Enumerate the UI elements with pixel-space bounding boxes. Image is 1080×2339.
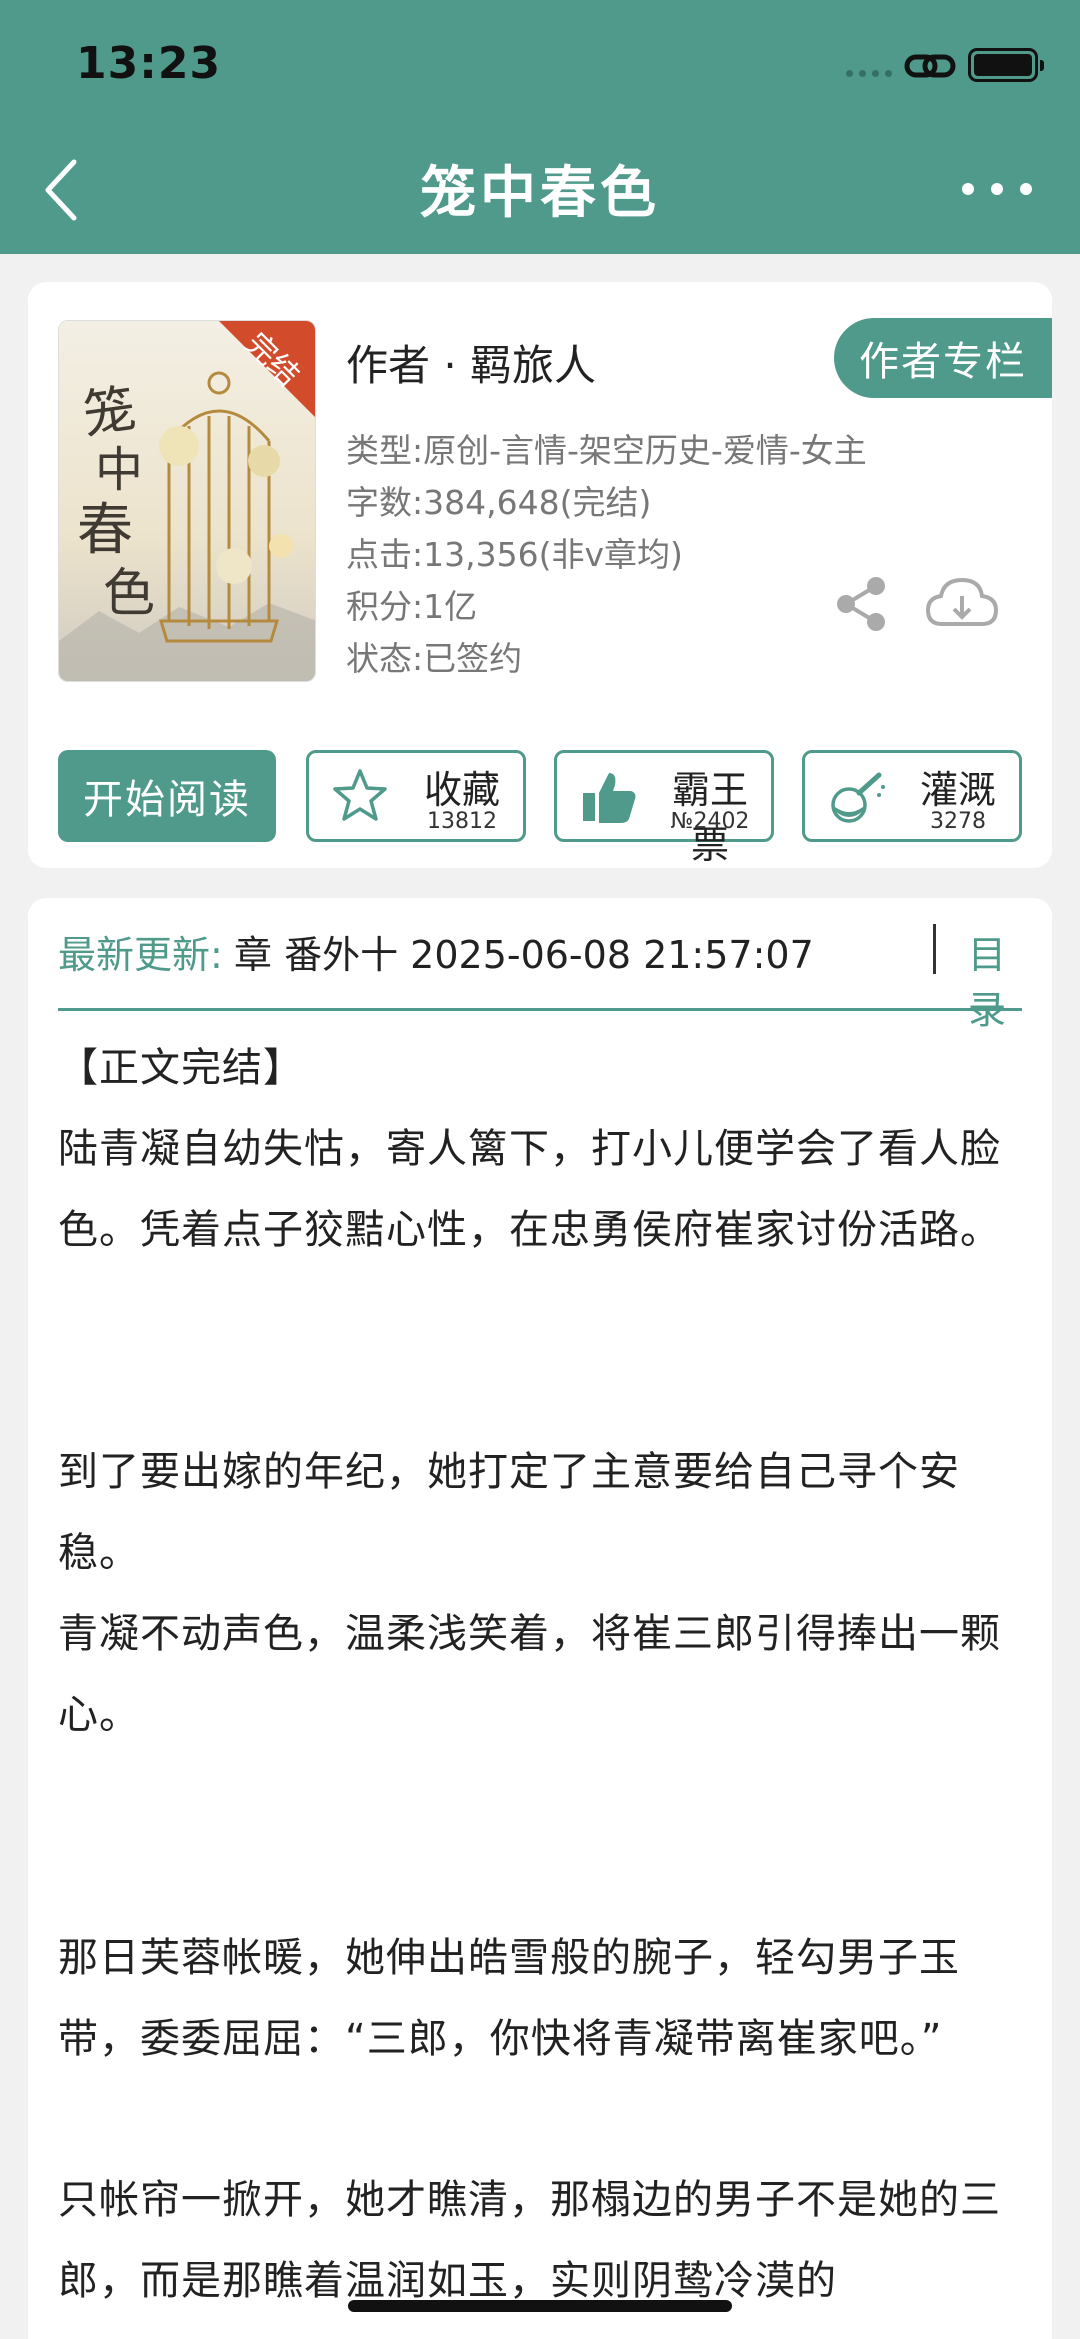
water-button[interactable]: 灌溉 3278 <box>802 750 1022 842</box>
watering-icon <box>831 772 885 823</box>
svg-text:中: 中 <box>95 442 143 498</box>
book-info-card: 笼 中 春 色 完结 作者 · 羁旅人 作者专栏 类型:原创-言情-架空历史-爱… <box>28 282 1052 868</box>
signal-icon <box>846 70 896 78</box>
latest-update-row[interactable]: 最新更新: 章 番外十 2025-06-08 21:57:07 目录 <box>58 924 1022 1032</box>
latest-update-label: 最新更新: <box>58 933 223 977</box>
battery-icon <box>968 48 1044 82</box>
meta-clicks: 点击:13,356(非v章均) <box>346 535 683 574</box>
svg-text:春: 春 <box>77 498 133 563</box>
divider <box>933 924 936 974</box>
meta-points: 积分:1亿 <box>346 587 478 626</box>
synopsis-paragraph: 只帐帘一掀开，她才瞧清，那榻边的男子不是她的三郎，而是那瞧着温润如玉，实则阴鸷冷… <box>58 2177 1001 2304</box>
author-name[interactable]: 作者 · 羁旅人 <box>346 332 596 393</box>
back-button[interactable] <box>34 150 94 230</box>
cover-art: 笼 中 春 色 完结 <box>59 321 315 681</box>
divider-line <box>58 1008 1022 1011</box>
synopsis-paragraph: 青凝不动声色，温柔浅笑着，将崔三郎引得捧出一颗心。 <box>58 1611 1001 1738</box>
favorite-label: 收藏 <box>423 768 500 812</box>
latest-update-text[interactable]: 章 番外十 2025-06-08 21:57:07 <box>234 924 869 979</box>
table-of-contents-link[interactable]: 目录 <box>968 924 1022 1034</box>
download-icon[interactable] <box>924 574 1000 634</box>
synopsis-paragraph: 到了要出嫁的年纪，她打定了主意要给自己寻个安稳。 <box>58 1449 960 1576</box>
start-reading-button[interactable]: 开始阅读 <box>58 750 276 842</box>
share-icon[interactable] <box>832 574 892 634</box>
synopsis-paragraph: 那日芙蓉帐暖，她伸出皓雪般的腕子，轻勾男子玉带，委委屈屈：“三郎，你快将青凝带离… <box>58 1935 960 2062</box>
synopsis-card: 最新更新: 章 番外十 2025-06-08 21:57:07 目录 【正文完结… <box>28 898 1052 2339</box>
synopsis-paragraph: 【正文完结】 <box>58 1045 304 1091</box>
favorite-count: 13812 <box>427 809 497 834</box>
svg-text:色: 色 <box>103 564 155 624</box>
water-count: 3278 <box>930 809 986 834</box>
page-title: 笼中春色 <box>420 161 660 226</box>
meta-category: 类型:原创-言情-架空历史-爱情-女主 <box>346 431 867 470</box>
star-icon <box>333 769 387 821</box>
thumbs-up-icon <box>583 773 636 823</box>
book-cover[interactable]: 笼 中 春 色 完结 <box>58 320 316 682</box>
favorite-button[interactable]: 收藏 13812 <box>306 750 526 842</box>
svg-text:笼: 笼 <box>79 379 139 446</box>
status-time: 13:23 <box>76 38 222 89</box>
meta-status: 状态:已签约 <box>346 639 523 678</box>
author-column-button[interactable]: 作者专栏 <box>834 318 1052 398</box>
meta-word-count: 字数:384,648(完结) <box>346 483 652 522</box>
home-indicator[interactable] <box>348 2300 732 2312</box>
ticket-count: №2402 <box>670 809 750 834</box>
link-icon <box>904 54 956 78</box>
water-label: 灌溉 <box>919 768 996 812</box>
ticket-button[interactable]: 霸王票 №2402 <box>554 750 774 867</box>
more-button[interactable] <box>962 168 1032 210</box>
synopsis-paragraph: 陆青凝自幼失怙，寄人篱下，打小儿便学会了看人脸色。凭着点子狡黠心性，在忠勇侯府崔… <box>58 1126 1001 1253</box>
app-header: 13:23 笼中春色 <box>0 0 1080 254</box>
